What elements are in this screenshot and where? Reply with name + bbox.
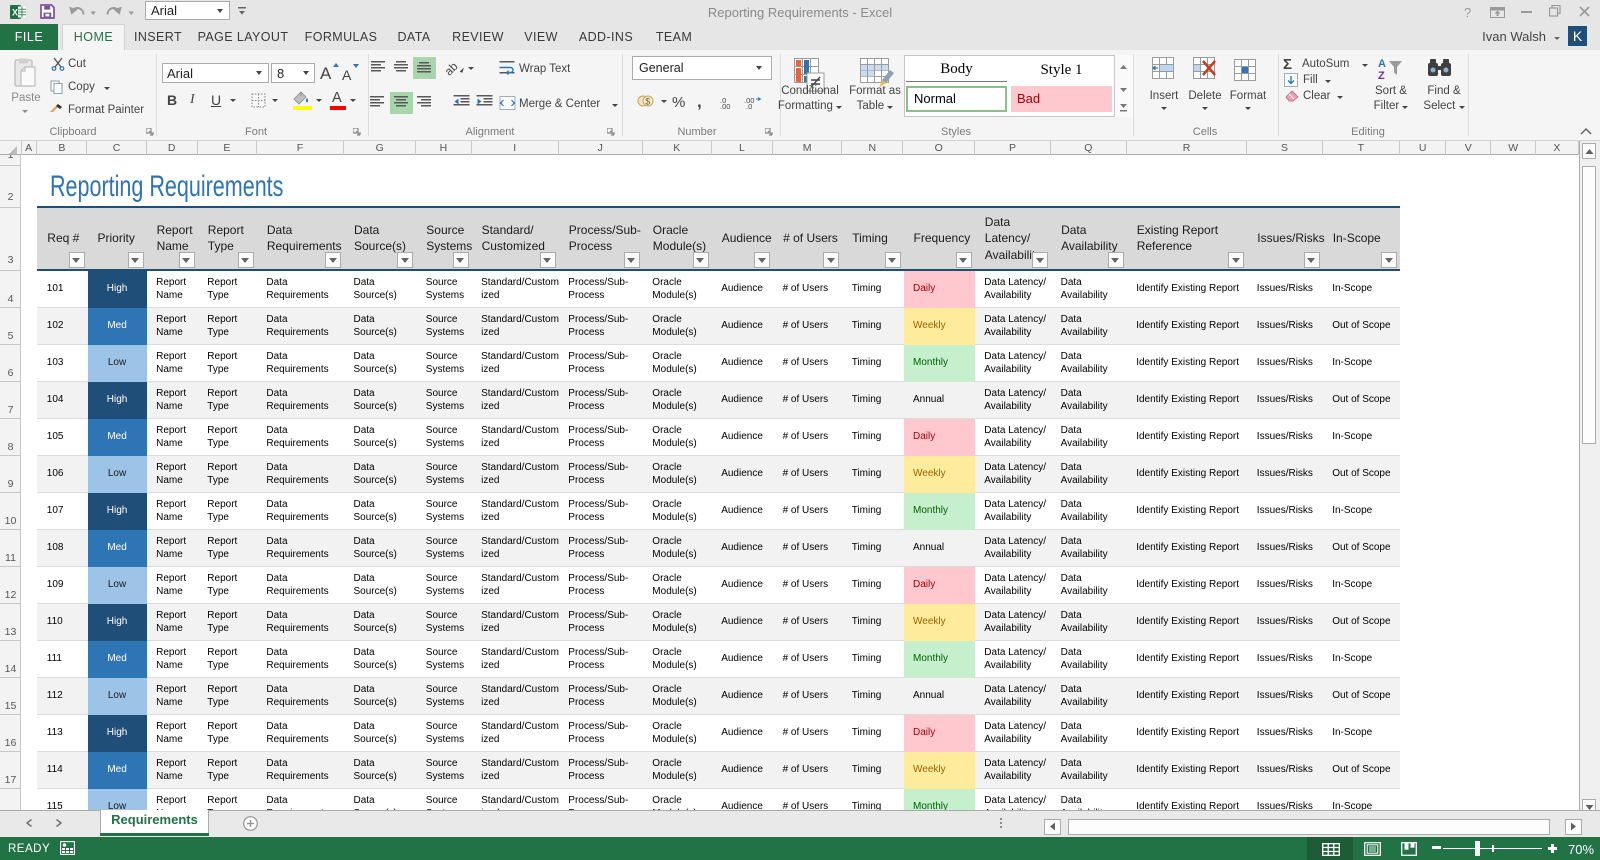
- svg-text:ab: ab: [446, 60, 461, 77]
- svg-text:.00: .00: [720, 102, 730, 109]
- svg-text:A: A: [342, 67, 352, 83]
- svg-text:?: ?: [1464, 6, 1471, 18]
- svg-text:$: $: [645, 97, 650, 107]
- svg-text:A: A: [1378, 58, 1386, 70]
- svg-text:A: A: [320, 64, 332, 83]
- svg-text:X: X: [12, 8, 18, 18]
- svg-text:Z: Z: [1378, 70, 1385, 82]
- svg-text:.0: .0: [746, 102, 752, 109]
